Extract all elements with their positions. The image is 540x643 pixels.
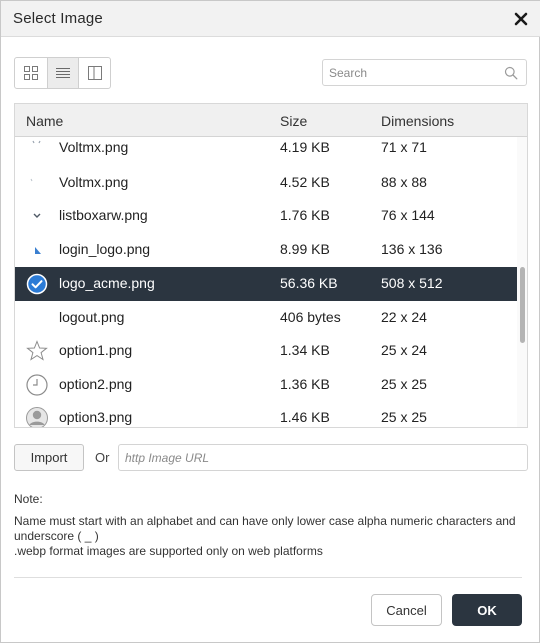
table-header: Name Size Dimensions <box>15 104 527 137</box>
voltmx-thumb-icon <box>25 137 49 160</box>
file-name: Voltmx.png <box>59 174 129 190</box>
file-dimensions: 25 x 25 <box>381 409 427 425</box>
file-name: login_logo.png <box>59 241 151 257</box>
file-name: option1.png <box>59 342 133 358</box>
table-scrollbar[interactable] <box>517 137 527 427</box>
file-dimensions: 136 x 136 <box>381 241 443 257</box>
split-view-button[interactable] <box>78 58 110 88</box>
file-size: 56.36 KB <box>280 275 338 291</box>
image-url-box <box>118 444 528 471</box>
or-label: Or <box>95 450 110 465</box>
split-panel-icon <box>87 66 102 80</box>
file-dimensions: 25 x 25 <box>381 376 427 392</box>
star-outline-icon <box>25 339 49 363</box>
file-dimensions: 76 x 144 <box>381 207 435 223</box>
list-icon <box>55 68 70 78</box>
table-body: Voltmx.png 4.19 KB 71 x 71 Voltmx.png 4.… <box>15 137 518 427</box>
blank-thumb-icon <box>25 306 49 330</box>
login-logo-icon <box>25 238 49 262</box>
image-url-input[interactable] <box>125 450 520 466</box>
image-table: Name Size Dimensions Voltmx.png 4.19 KB … <box>14 103 528 428</box>
column-header-dimensions[interactable]: Dimensions <box>381 113 454 129</box>
file-dimensions: 25 x 24 <box>381 342 427 358</box>
file-size: 406 bytes <box>280 309 341 325</box>
list-view-button[interactable] <box>46 58 79 88</box>
file-size: 1.46 KB <box>280 409 330 425</box>
file-size: 1.34 KB <box>280 342 330 358</box>
table-row[interactable]: Voltmx.png 4.19 KB 71 x 71 <box>15 137 518 165</box>
file-dimensions: 88 x 88 <box>381 174 427 190</box>
import-button[interactable]: Import <box>14 444 84 471</box>
table-row[interactable]: option2.png 1.36 KB 25 x 25 <box>15 368 518 402</box>
search-icon[interactable] <box>504 66 518 80</box>
clock-icon <box>25 373 49 397</box>
column-header-name[interactable]: Name <box>26 113 63 129</box>
file-size: 8.99 KB <box>280 241 330 257</box>
scrollbar-thumb[interactable] <box>520 267 525 343</box>
file-name: logo_acme.png <box>59 275 155 291</box>
file-name: listboxarw.png <box>59 207 148 223</box>
table-row[interactable]: option1.png 1.34 KB 25 x 24 <box>15 334 518 368</box>
note-line-webp: .webp format images are supported only o… <box>14 544 323 558</box>
file-dimensions: 22 x 24 <box>381 309 427 325</box>
file-size: 1.36 KB <box>280 376 330 392</box>
voltmx-thumb-icon <box>25 171 49 195</box>
search-input[interactable] <box>329 65 499 81</box>
check-circle-icon <box>25 272 49 296</box>
cancel-button[interactable]: Cancel <box>371 594 442 626</box>
search-box <box>322 59 527 86</box>
table-row[interactable]: listboxarw.png 1.76 KB 76 x 144 <box>15 199 518 233</box>
note-heading: Note: <box>14 492 43 506</box>
file-name: logout.png <box>59 309 125 325</box>
file-dimensions: 71 x 71 <box>381 139 427 155</box>
view-mode-toggle <box>14 57 111 89</box>
file-size: 4.52 KB <box>280 174 330 190</box>
file-dimensions: 508 x 512 <box>381 275 443 291</box>
select-image-dialog: Select Image Search Name Size Dimensions… <box>0 0 540 643</box>
user-avatar-icon <box>25 406 49 427</box>
chevron-down-icon <box>25 204 49 228</box>
ok-button[interactable]: OK <box>452 594 522 626</box>
column-header-size[interactable]: Size <box>280 113 307 129</box>
file-name: option3.png <box>59 409 133 425</box>
table-row[interactable]: option3.png 1.46 KB 25 x 25 <box>15 401 518 427</box>
table-row[interactable]: login_logo.png 8.99 KB 136 x 136 <box>15 233 518 267</box>
dialog-title: Select Image <box>13 10 103 27</box>
note-text: Name must start with an alphabet and can… <box>14 514 530 559</box>
dialog-titlebar: Select Image <box>1 1 540 37</box>
grid-view-button[interactable] <box>15 58 47 88</box>
table-row[interactable]: Voltmx.png 4.52 KB 88 x 88 <box>15 166 518 200</box>
file-name: Voltmx.png <box>59 139 129 155</box>
file-size: 4.19 KB <box>280 139 330 155</box>
table-row[interactable]: logout.png 406 bytes 22 x 24 <box>15 301 518 335</box>
footer-divider <box>14 577 522 578</box>
note-line-naming: Name must start with an alphabet and can… <box>14 514 516 543</box>
table-row-selected[interactable]: logo_acme.png 56.36 KB 508 x 512 <box>15 267 518 301</box>
close-icon[interactable] <box>511 9 531 29</box>
file-name: option2.png <box>59 376 133 392</box>
grid-icon <box>23 66 38 80</box>
file-size: 1.76 KB <box>280 207 330 223</box>
